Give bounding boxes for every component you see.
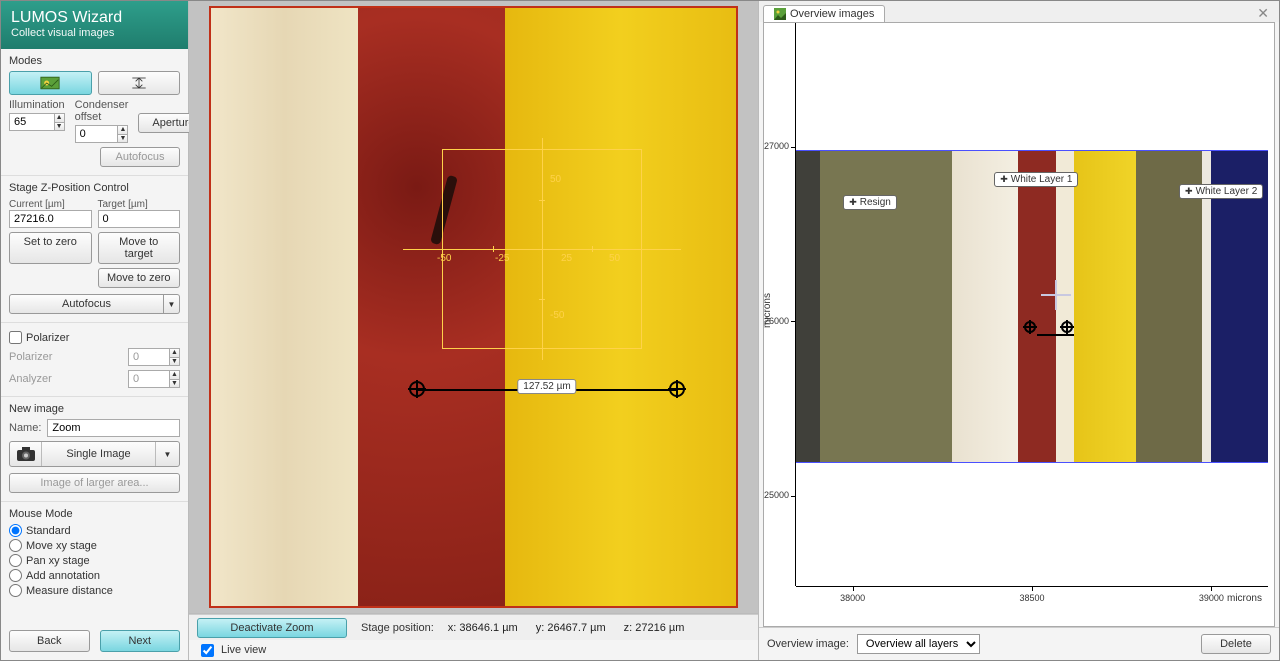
mode-measure-button[interactable]	[98, 71, 181, 95]
overview-tabbar: Overview images ✕	[759, 1, 1279, 22]
wizard-nav-footer: Back Next	[1, 622, 188, 660]
center-pane: -50 -25 25 50 50 -50 127.52 µm	[189, 1, 759, 660]
modes-label: Modes	[9, 55, 180, 67]
target-z-input[interactable]	[98, 210, 181, 228]
live-view-row: Live view	[189, 640, 758, 660]
measure-handle-right[interactable]	[668, 380, 686, 398]
wizard-title: LUMOS Wizard	[11, 9, 178, 27]
spin-down-icon[interactable]: ▼	[118, 135, 127, 143]
current-label: Current [µm]	[9, 199, 65, 210]
wizard-header: LUMOS Wizard Collect visual images	[1, 1, 188, 49]
polarizer-chk-label: Polarizer	[26, 332, 69, 344]
image-icon	[774, 8, 786, 20]
annotation-white-layer-1[interactable]: ✚White Layer 1	[994, 172, 1078, 187]
measure-distance-label: 127.52 µm	[517, 379, 576, 394]
chevron-down-icon[interactable]: ▼	[155, 442, 179, 466]
spin-up-icon[interactable]: ▲	[118, 126, 127, 135]
right-pane: Overview images ✕ microns 27000 26000 25…	[759, 1, 1279, 660]
illumination-spinner[interactable]: ▲▼	[9, 113, 65, 131]
image-name-input[interactable]	[47, 419, 180, 437]
set-to-zero-button[interactable]: Set to zero	[9, 232, 92, 264]
target-label: Target [µm]	[98, 199, 148, 210]
annotation-white-layer-2[interactable]: ✚White Layer 2	[1179, 184, 1263, 199]
mode-visual-button[interactable]	[9, 71, 92, 95]
left-sidebar: LUMOS Wizard Collect visual images Modes…	[1, 1, 189, 660]
app-window: LUMOS Wizard Collect visual images Modes…	[0, 0, 1280, 661]
modes-panel: Modes Illumination ▲▼ Conde	[1, 49, 188, 176]
wizard-subtitle: Collect visual images	[11, 27, 178, 39]
polarizer-value-spinner[interactable]: ▲▼	[128, 348, 180, 366]
center-footer: Deactivate Zoom Stage position: x: 38646…	[189, 614, 758, 640]
overview-footer: Overview image: Overview all layers Dele…	[759, 627, 1279, 660]
move-to-target-button[interactable]: Move to target	[98, 232, 181, 264]
overview-image-select[interactable]: Overview all layers	[857, 634, 980, 654]
current-z-input[interactable]	[9, 210, 92, 228]
stage-z-title: Stage Z-Position Control	[9, 182, 180, 194]
next-button[interactable]: Next	[100, 630, 181, 652]
camera-icon	[10, 442, 42, 466]
mouse-mode-title: Mouse Mode	[9, 508, 180, 520]
larger-area-button[interactable]: Image of larger area...	[9, 473, 180, 493]
mouse-mode-panel: Mouse Mode Standard Move xy stage Pan xy…	[1, 502, 188, 607]
condenser-input[interactable]	[75, 125, 118, 143]
autofocus-dropdown[interactable]: Autofocus ▼	[9, 294, 180, 314]
overview-crosshair[interactable]	[1041, 280, 1071, 310]
analyzer-row-label: Analyzer	[9, 373, 122, 385]
new-image-title: New image	[9, 403, 180, 415]
polarizer-row-label: Polarizer	[9, 351, 122, 363]
mouse-movexy-radio[interactable]: Move xy stage	[9, 539, 180, 552]
mouse-standard-radio[interactable]: Standard	[9, 524, 180, 537]
stage-z-readout: z: 27216 µm	[624, 622, 685, 634]
illumination-label: Illumination	[9, 99, 65, 111]
mouse-panxy-radio[interactable]: Pan xy stage	[9, 554, 180, 567]
stage-x-readout: x: 38646.1 µm	[448, 622, 518, 634]
single-image-button[interactable]: Single Image ▼	[9, 441, 180, 467]
polarizer-checkbox[interactable]	[9, 331, 22, 344]
spin-up-icon[interactable]: ▲	[55, 114, 64, 123]
new-image-panel: New image Name: Single Image ▼ Image of …	[1, 397, 188, 502]
overview-canvas: ✚Resign ✚White Layer 1 ✚White Layer 2	[796, 27, 1268, 586]
polarizer-value-input[interactable]	[128, 348, 169, 366]
live-view-label: Live view	[221, 644, 266, 656]
annotation-resign[interactable]: ✚Resign	[843, 195, 897, 210]
chevron-down-icon[interactable]: ▼	[164, 294, 180, 314]
move-to-zero-button[interactable]: Move to zero	[98, 268, 181, 288]
deactivate-zoom-button[interactable]: Deactivate Zoom	[197, 618, 347, 638]
back-button[interactable]: Back	[9, 630, 90, 652]
stage-position-label: Stage position:	[361, 622, 434, 634]
condenser-spinner[interactable]: ▲▼	[75, 125, 129, 143]
condenser-label: Condenser offset	[75, 99, 129, 123]
autofocus-button-top[interactable]: Autofocus	[100, 147, 180, 167]
pin-icon: ✚	[1000, 174, 1008, 185]
overview-x-axis: 38000 38500 39000 microns	[796, 586, 1268, 606]
stage-z-panel: Stage Z-Position Control Current [µm] Ta…	[1, 176, 188, 323]
analyzer-value-input[interactable]	[128, 370, 169, 388]
single-image-label: Single Image	[42, 442, 155, 466]
live-view-checkbox[interactable]	[201, 644, 214, 657]
spin-down-icon[interactable]: ▼	[55, 123, 64, 131]
autofocus-button[interactable]: Autofocus	[9, 294, 164, 314]
sample-image	[209, 6, 738, 608]
overview-image-label: Overview image:	[767, 638, 849, 650]
name-label: Name:	[9, 422, 41, 434]
overview-images-tab[interactable]: Overview images	[763, 5, 885, 22]
analyzer-value-spinner[interactable]: ▲▼	[128, 370, 180, 388]
pin-icon: ✚	[1185, 186, 1193, 197]
polarizer-panel: Polarizer Polarizer ▲▼ Analyzer ▲▼	[1, 323, 188, 397]
mouse-measure-radio[interactable]: Measure distance	[9, 584, 180, 597]
delete-button[interactable]: Delete	[1201, 634, 1271, 654]
overview-plot[interactable]: microns 27000 26000 25000	[763, 22, 1275, 627]
mouse-addann-radio[interactable]: Add annotation	[9, 569, 180, 582]
overview-y-axis: microns 27000 26000 25000	[764, 23, 796, 586]
close-icon[interactable]: ✕	[1257, 5, 1269, 22]
measure-handle-left[interactable]	[408, 380, 426, 398]
live-viewport[interactable]: -50 -25 25 50 50 -50 127.52 µm	[189, 1, 758, 614]
stage-y-readout: y: 26467.7 µm	[536, 622, 606, 634]
illumination-input[interactable]	[9, 113, 54, 131]
pin-icon: ✚	[849, 197, 857, 208]
